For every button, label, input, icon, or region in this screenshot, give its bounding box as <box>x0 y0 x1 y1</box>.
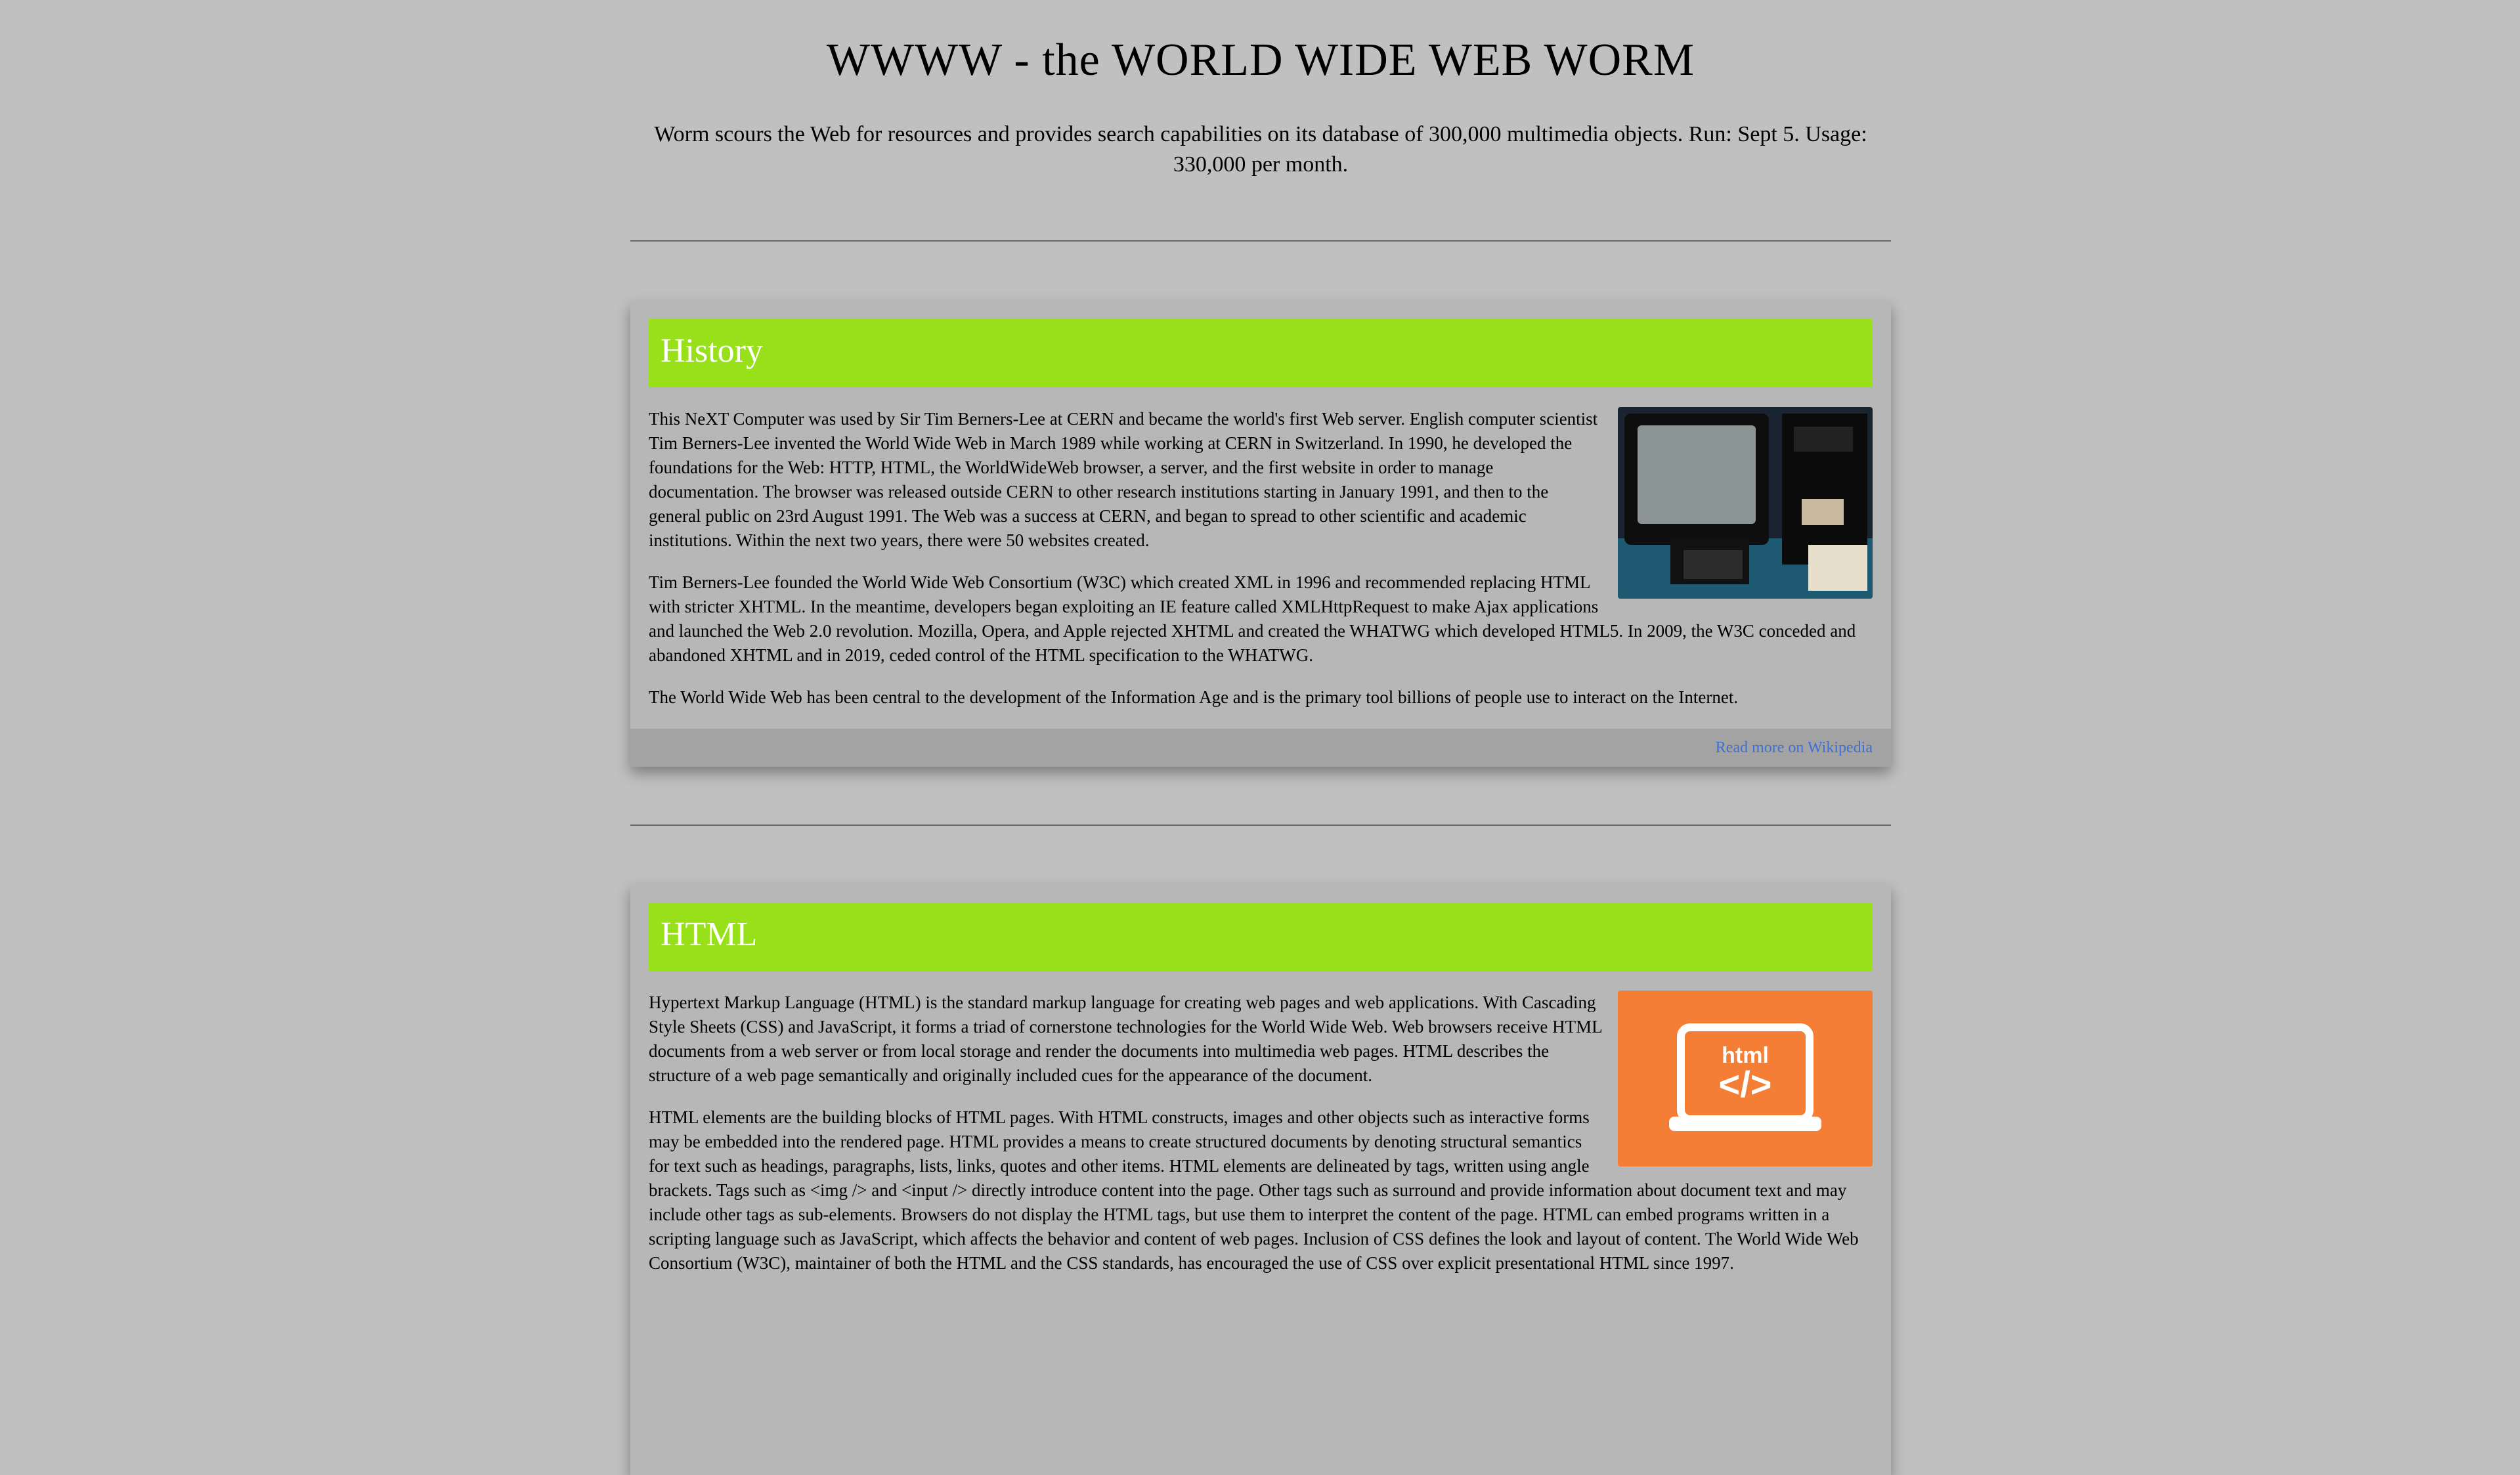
divider <box>630 824 1891 826</box>
html-heading: HTML <box>661 916 758 953</box>
read-more-link[interactable]: Read more on Wikipedia <box>1716 739 1873 757</box>
divider <box>630 240 1891 242</box>
html-card-header: HTML <box>649 903 1873 971</box>
history-heading: History <box>661 332 763 370</box>
page-intro: Worm scours the Web for resources and pr… <box>654 122 1867 177</box>
html-logo-code: </> <box>1719 1063 1772 1105</box>
history-card: History This NeXT Computer was used by S… <box>630 301 1891 767</box>
computer-photo-icon <box>1618 407 1873 599</box>
html-laptop-icon: html </> <box>1618 991 1873 1166</box>
html-logo-image: html </> <box>1618 991 1873 1166</box>
html-card-body: html </> Hypertext Markup Language (HTML… <box>649 991 1873 1293</box>
history-paragraph-3: The World Wide Web has been central to t… <box>649 687 1739 707</box>
history-card-header: History <box>649 319 1873 387</box>
history-card-footer: Read more on Wikipedia <box>630 729 1891 767</box>
page-title: WWWW - the WORLD WIDE WEB WORM <box>826 35 1695 85</box>
history-card-body: This NeXT Computer was used by Sir Tim B… <box>649 407 1873 727</box>
html-card: HTML html </> Hypertext Markup Language … <box>630 884 1891 1475</box>
next-computer-photo <box>1618 407 1873 599</box>
